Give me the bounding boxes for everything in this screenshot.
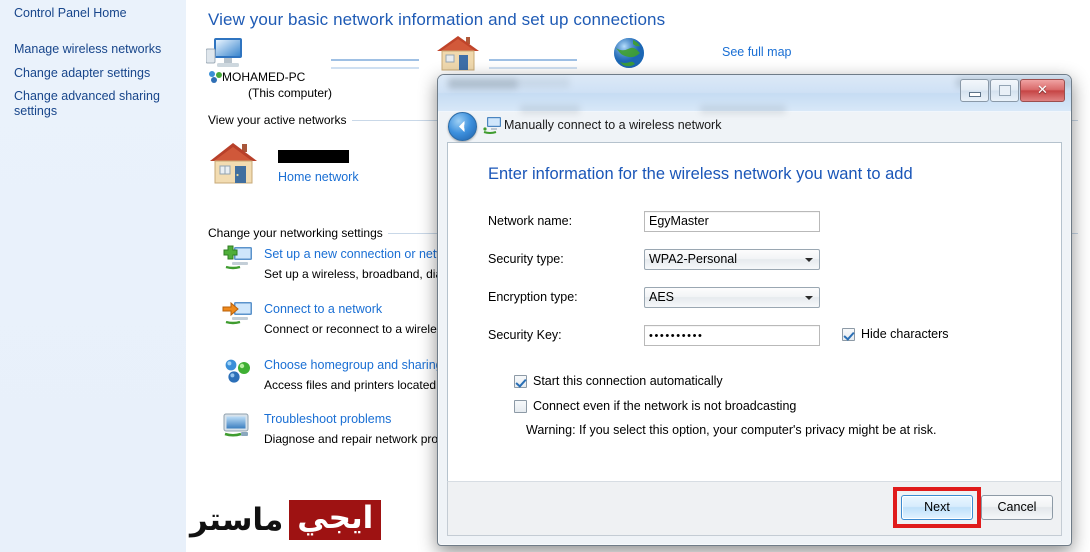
connect-if-not-broadcasting-label: Connect even if the network is not broad… [533, 399, 797, 413]
next-button-annotation-highlight [893, 487, 981, 528]
sidebar-item-change-adapter-settings[interactable]: Change adapter settings [14, 66, 150, 81]
cancel-button[interactable]: Cancel [981, 495, 1053, 520]
checkbox-box [514, 400, 527, 413]
dialog-heading: Enter information for the wireless netwo… [488, 165, 913, 183]
active-network-name-redacted [278, 150, 349, 163]
checkbox-box [842, 328, 855, 341]
dialog-titlebar[interactable]: ✕ [438, 75, 1071, 114]
sidebar-item-change-advanced-sharing-settings[interactable]: Change advanced sharing settings [14, 89, 169, 119]
encryption-type-value: AES [649, 290, 675, 304]
maximize-button[interactable] [990, 79, 1019, 102]
active-network-home-icon [208, 140, 260, 189]
setting-title[interactable]: Set up a new connection or netw [264, 247, 445, 261]
setting-description: Diagnose and repair network pro [264, 432, 439, 446]
sidebar-item-control-panel-home[interactable]: Control Panel Home [14, 6, 127, 21]
hide-characters-checkbox[interactable]: Hide characters [842, 328, 949, 341]
security-type-value: WPA2-Personal [649, 252, 737, 266]
map-connection-line-1 [331, 59, 419, 69]
titlebar-blur-artifact [518, 77, 570, 88]
network-name-input[interactable]: EgyMaster [644, 211, 820, 232]
computer-subtitle: (This computer) [248, 86, 333, 100]
sidebar-item-manage-wireless-networks[interactable]: Manage wireless networks [14, 42, 161, 57]
titlebar-blur-artifact [448, 78, 518, 89]
network-badge-icon [208, 70, 222, 86]
back-arrow-icon [459, 121, 465, 132]
page-title: View your basic network information and … [208, 10, 666, 29]
active-networks-heading: View your active networks [208, 113, 352, 127]
home-network-icon [436, 33, 482, 76]
maximize-icon [998, 85, 1011, 96]
minimize-button[interactable] [960, 79, 989, 102]
setting-title[interactable]: Choose homegroup and sharing [264, 358, 443, 372]
connect-if-not-broadcasting-checkbox[interactable]: Connect even if the network is not broad… [514, 400, 796, 413]
active-network-type-link[interactable]: Home network [278, 170, 359, 184]
setting-description: Set up a wireless, broadband, dia [264, 267, 443, 281]
field-row-security-type: Security type: WPA2-Personal [488, 249, 820, 271]
network-name-label: Network name: [488, 214, 573, 228]
change-settings-heading: Change your networking settings [208, 226, 388, 240]
dialog-wizard-title: Manually connect to a wireless network [504, 118, 722, 132]
dialog-header: Manually connect to a wireless network [438, 111, 1071, 142]
minimize-icon [968, 91, 981, 97]
chevron-down-icon [805, 258, 813, 262]
hide-characters-label: Hide characters [861, 327, 949, 341]
dialog-footer: Next Cancel [447, 481, 1062, 536]
field-row-encryption-type: Encryption type: AES [488, 287, 820, 309]
security-type-label: Security type: [488, 252, 564, 266]
encryption-type-label: Encryption type: [488, 290, 578, 304]
encryption-type-select[interactable]: AES [644, 287, 820, 308]
map-connection-line-2 [489, 59, 577, 69]
start-connection-automatically-checkbox[interactable]: Start this connection automatically [514, 375, 723, 388]
watermark-plain-text: ماستر [190, 502, 284, 538]
security-key-label: Security Key: [488, 328, 562, 342]
watermark-boxed-text: ايجي [289, 500, 382, 540]
internet-globe-icon [611, 35, 647, 74]
window-controls: ✕ [959, 79, 1065, 102]
setting-description: Access files and printers located [264, 378, 437, 392]
chevron-down-icon [805, 296, 813, 300]
homegroup-icon [224, 358, 252, 387]
checkbox-box [514, 375, 527, 388]
close-icon: ✕ [1037, 83, 1048, 98]
troubleshoot-icon [222, 412, 252, 441]
setting-title[interactable]: Troubleshoot problems [264, 412, 391, 426]
new-connection-icon [222, 245, 254, 276]
computer-name: MOHAMED-PC [222, 70, 306, 84]
wireless-network-icon [483, 116, 502, 137]
close-button[interactable]: ✕ [1020, 79, 1065, 102]
security-type-select[interactable]: WPA2-Personal [644, 249, 820, 270]
see-full-map-link[interactable]: See full map [722, 45, 791, 59]
watermark: ايجي ماستر [190, 497, 382, 543]
manually-connect-dialog: ✕ Manually connect to a wireless network… [437, 74, 1072, 546]
setting-title[interactable]: Connect to a network [264, 302, 382, 316]
start-connection-automatically-label: Start this connection automatically [533, 374, 723, 388]
sidebar: Control Panel Home Manage wireless netwo… [0, 0, 187, 552]
connect-network-icon [222, 300, 254, 331]
back-button[interactable] [448, 112, 477, 141]
privacy-warning-text: Warning: If you select this option, your… [526, 423, 937, 437]
dialog-body: Enter information for the wireless netwo… [447, 142, 1062, 483]
setting-description: Connect or reconnect to a wirele [264, 322, 437, 336]
control-panel-window: Control Panel Home Manage wireless netwo… [0, 0, 1090, 552]
security-key-input[interactable]: •••••••••• [644, 325, 820, 346]
